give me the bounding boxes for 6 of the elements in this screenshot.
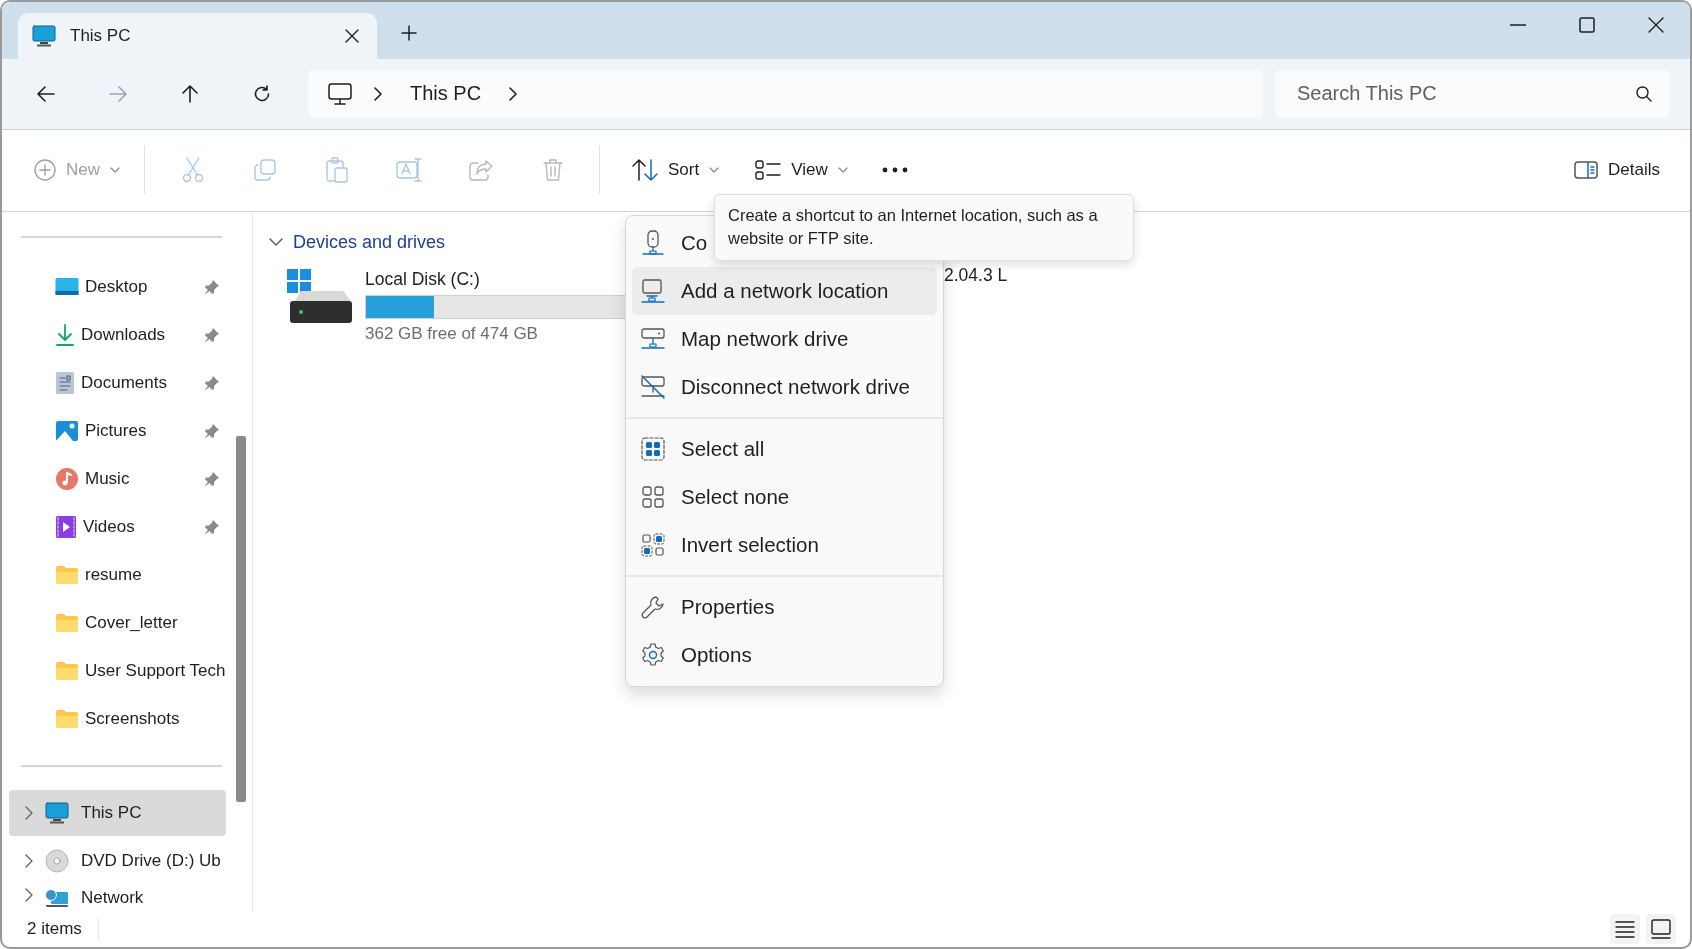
drive-name: Local Disk (C:) <box>365 268 480 290</box>
tooltip: Create a shortcut to an Internet location, such as a website or FTP site. <box>714 194 1134 261</box>
free-space-text: 362 GB free of 474 GB <box>365 323 538 344</box>
drive-name: 2.04.3 L <box>944 264 1008 286</box>
item-count: 2 items <box>27 919 82 940</box>
tab-title: This PC <box>70 26 132 47</box>
